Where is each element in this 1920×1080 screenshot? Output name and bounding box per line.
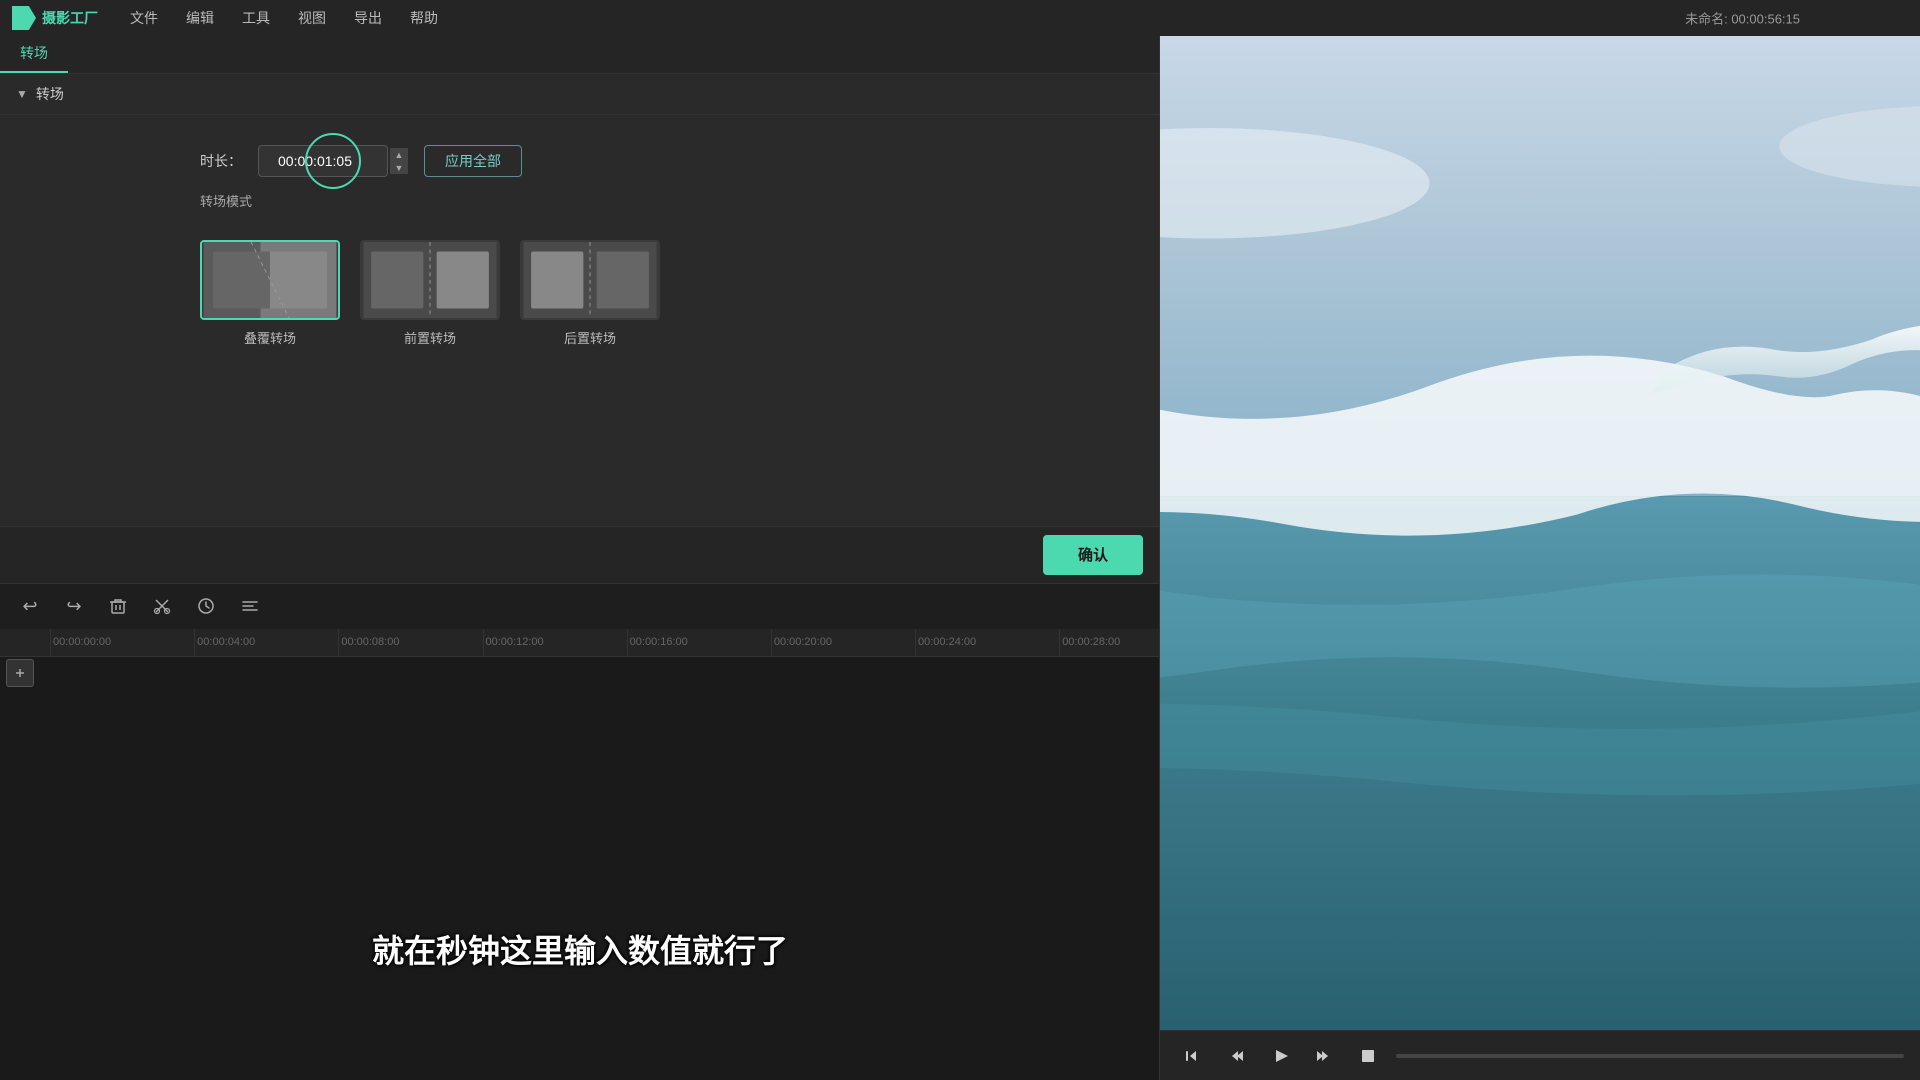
duration-input[interactable] <box>258 145 388 177</box>
menu-export[interactable]: 导出 <box>342 4 394 32</box>
confirm-button[interactable]: 确认 <box>1043 535 1143 575</box>
card-thumb-back <box>520 240 660 320</box>
titlebar: 摄影工厂 文件 编辑 工具 视图 导出 帮助 未命名: 00:00:56:15 <box>0 0 1920 36</box>
tab-transition[interactable]: 转场 <box>0 35 68 73</box>
logo-text: 摄影工厂 <box>42 8 98 28</box>
menu-help[interactable]: 帮助 <box>398 4 450 32</box>
ruler-mark-7: 00:00:28:00 <box>1059 629 1120 656</box>
redo-button[interactable]: ↪ <box>60 592 88 620</box>
duration-label: 时长： <box>200 151 242 171</box>
right-panel <box>1160 36 1920 1080</box>
duration-row: 时长： ▲ ▼ 应用全部 <box>0 115 1159 187</box>
play-button[interactable] <box>1264 1040 1296 1072</box>
menu-bar: 文件 编辑 工具 视图 导出 帮助 <box>118 4 1908 32</box>
card-label-front: 前置转场 <box>404 328 456 347</box>
panel-section-label: 转场 <box>36 84 64 104</box>
menu-edit[interactable]: 编辑 <box>174 4 226 32</box>
step-back-button[interactable] <box>1220 1040 1252 1072</box>
timeline: 00:00:00:00 00:00:04:00 00:00:08:00 00:0… <box>0 629 1159 1080</box>
timeline-tracks <box>0 657 1159 1080</box>
ruler-mark-6: 00:00:24:00 <box>915 629 976 656</box>
ruler-mark-4: 00:00:16:00 <box>627 629 688 656</box>
delete-button[interactable] <box>104 592 132 620</box>
clock-button[interactable] <box>192 592 220 620</box>
spin-buttons: ▲ ▼ <box>390 148 408 174</box>
fast-forward-button[interactable] <box>1308 1040 1340 1072</box>
ruler-mark-5: 00:00:20:00 <box>771 629 832 656</box>
undo-button[interactable]: ↩ <box>16 592 44 620</box>
align-button[interactable] <box>236 592 264 620</box>
mode-row: 转场模式 <box>0 187 1159 230</box>
ruler-mark-2: 00:00:08:00 <box>338 629 399 656</box>
playback-controls <box>1160 1030 1920 1080</box>
spin-up-button[interactable]: ▲ <box>390 148 408 161</box>
timeline-add-button[interactable] <box>6 659 34 687</box>
mode-label: 转场模式 <box>200 194 252 209</box>
panel-header[interactable]: ▼ 转场 <box>0 74 1159 115</box>
logo: 摄影工厂 <box>12 6 98 30</box>
tab-bar: 转场 <box>0 36 1159 74</box>
card-front[interactable]: 前置转场 <box>360 240 500 347</box>
rewind-button[interactable] <box>1176 1040 1208 1072</box>
logo-icon <box>12 6 36 30</box>
progress-bar-wrap[interactable] <box>1396 1054 1904 1058</box>
card-thumb-front <box>360 240 500 320</box>
spin-down-button[interactable]: ▼ <box>390 161 408 174</box>
preview-area <box>1160 36 1920 1030</box>
ruler-mark-0: 00:00:00:00 <box>50 629 111 656</box>
card-label-back: 后置转场 <box>564 328 616 347</box>
timeline-ruler: 00:00:00:00 00:00:04:00 00:00:08:00 00:0… <box>0 629 1159 657</box>
apply-all-button[interactable]: 应用全部 <box>424 145 522 177</box>
content-area: ▼ 转场 时长： ▲ ▼ 应用全部 转场模式 <box>0 74 1159 526</box>
card-overlap[interactable]: 叠覆转场 <box>200 240 340 347</box>
stop-button[interactable] <box>1352 1040 1384 1072</box>
main-layout: 转场 ▼ 转场 时长： ▲ ▼ 应用全部 <box>0 36 1920 1080</box>
transition-cards: 叠覆转场 前置转场 <box>0 230 1159 367</box>
duration-input-wrap: ▲ ▼ <box>258 145 408 177</box>
left-panel: 转场 ▼ 转场 时长： ▲ ▼ 应用全部 <box>0 36 1160 1080</box>
menu-tools[interactable]: 工具 <box>230 4 282 32</box>
confirm-row: 确认 <box>0 526 1159 583</box>
toolbar: ↩ ↪ <box>0 583 1159 629</box>
wave-overlay <box>1160 36 1920 1030</box>
ruler-mark-3: 00:00:12:00 <box>483 629 544 656</box>
card-label-overlap: 叠覆转场 <box>244 328 296 347</box>
card-thumb-overlap <box>200 240 340 320</box>
ruler-mark-1: 00:00:04:00 <box>194 629 255 656</box>
menu-file[interactable]: 文件 <box>118 4 170 32</box>
card-back[interactable]: 后置转场 <box>520 240 660 347</box>
cut-button[interactable] <box>148 592 176 620</box>
title-info: 未命名: 00:00:56:15 <box>1685 9 1800 28</box>
menu-view[interactable]: 视图 <box>286 4 338 32</box>
chevron-down-icon: ▼ <box>16 87 28 101</box>
